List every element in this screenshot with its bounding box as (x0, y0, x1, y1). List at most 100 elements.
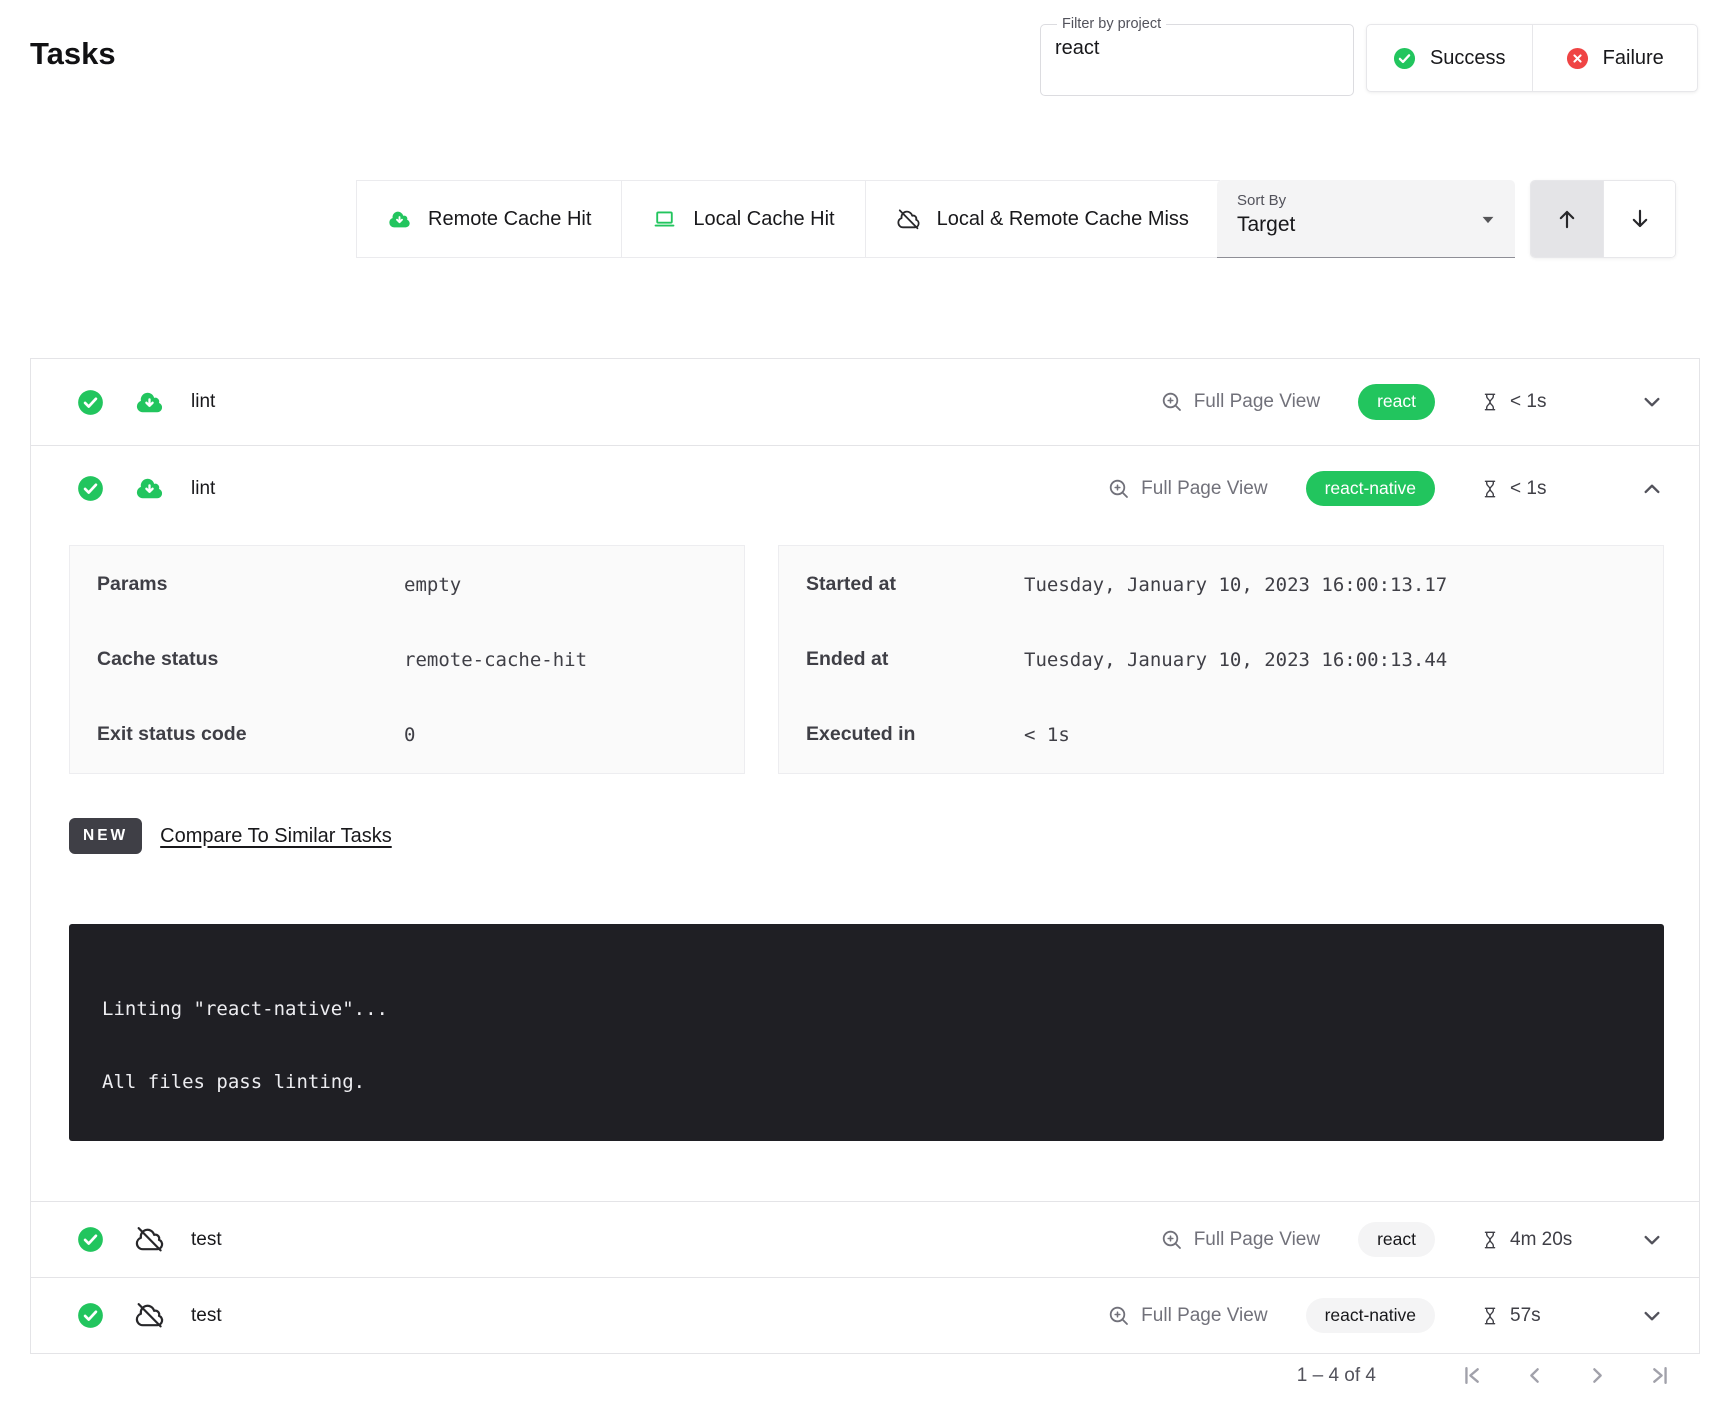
task-duration: 4m 20s (1479, 1229, 1615, 1251)
full-page-view-button[interactable]: Full Page View (1107, 1304, 1267, 1328)
remote-cache-hit-icon (134, 387, 165, 418)
terminal-line: Linting "react-native"... (102, 998, 1664, 1020)
task-duration: < 1s (1479, 478, 1615, 500)
new-badge: NEW (69, 818, 142, 854)
compare-to-similar-tasks-link[interactable]: Compare To Similar Tasks (160, 825, 392, 848)
full-page-view-label: Full Page View (1194, 1229, 1320, 1251)
last-page-button[interactable] (1647, 1362, 1674, 1389)
task-list: lint Full Page View react < 1s lint (30, 358, 1700, 1354)
project-badge: react-native (1306, 471, 1435, 507)
cloud-slash-icon (896, 207, 921, 232)
local-cache-hit-filter-button[interactable]: Local Cache Hit (622, 180, 865, 258)
sort-by-value: Target (1237, 213, 1495, 237)
sort-by-select[interactable]: Sort By Target (1217, 180, 1515, 258)
hourglass-icon (1479, 1305, 1501, 1327)
ended-at-row: Ended at Tuesday, January 10, 2023 16:00… (806, 622, 1663, 697)
compare-row: NEW Compare To Similar Tasks (69, 818, 1664, 854)
cache-status-row: Cache status remote-cache-hit (97, 622, 744, 697)
chevron-up-icon (1639, 476, 1665, 502)
executed-in-value: < 1s (1024, 724, 1070, 746)
success-filter-label: Success (1430, 47, 1506, 70)
status-success-icon (77, 475, 104, 502)
executed-in-label: Executed in (806, 723, 1024, 746)
status-filter-group: Success Failure (1366, 24, 1698, 92)
exit-code-value: 0 (404, 724, 415, 746)
expand-task-button[interactable] (1639, 389, 1665, 415)
cloud-download-icon (387, 207, 412, 232)
task-duration-value: 4m 20s (1510, 1229, 1572, 1251)
next-page-button[interactable] (1584, 1362, 1611, 1389)
task-row[interactable]: lint Full Page View react-native < 1s (31, 445, 1699, 531)
success-filter-button[interactable]: Success (1367, 25, 1532, 91)
laptop-icon (652, 207, 677, 232)
first-page-button[interactable] (1458, 1362, 1485, 1389)
expand-task-button[interactable] (1639, 1303, 1665, 1329)
previous-page-icon (1521, 1362, 1548, 1389)
failure-filter-label: Failure (1603, 47, 1664, 70)
params-value: empty (404, 574, 461, 596)
started-at-label: Started at (806, 573, 1024, 596)
failure-filter-button[interactable]: Failure (1532, 25, 1698, 91)
params-label: Params (97, 573, 404, 596)
full-page-view-button[interactable]: Full Page View (1107, 477, 1267, 501)
sort-ascending-button[interactable] (1531, 181, 1603, 257)
cache-status-value: remote-cache-hit (404, 649, 587, 671)
task-name: test (191, 1229, 222, 1251)
terminal-line: All files pass linting. (102, 1071, 1664, 1093)
started-at-value: Tuesday, January 10, 2023 16:00:13.17 (1024, 574, 1447, 596)
project-badge: react (1358, 1222, 1435, 1258)
task-row-actions: Full Page View react-native < 1s (1107, 471, 1673, 507)
cache-miss-filter-button[interactable]: Local & Remote Cache Miss (866, 180, 1220, 258)
full-page-view-button[interactable]: Full Page View (1160, 390, 1320, 414)
previous-page-button[interactable] (1521, 1362, 1548, 1389)
remote-cache-hit-label: Remote Cache Hit (428, 208, 591, 231)
local-cache-hit-label: Local Cache Hit (693, 208, 834, 231)
full-page-view-button[interactable]: Full Page View (1160, 1228, 1320, 1252)
task-timing-panel: Started at Tuesday, January 10, 2023 16:… (778, 545, 1664, 774)
detail-spacer (69, 1141, 1664, 1201)
sort-by-label: Sort By (1237, 192, 1495, 209)
arrow-down-icon (1627, 206, 1653, 232)
pagination-range: 1 – 4 of 4 (1297, 1365, 1376, 1387)
task-duration: < 1s (1479, 391, 1615, 413)
next-page-icon (1584, 1362, 1611, 1389)
ended-at-value: Tuesday, January 10, 2023 16:00:13.44 (1024, 649, 1447, 671)
hourglass-icon (1479, 1229, 1501, 1251)
sort-descending-button[interactable] (1603, 181, 1675, 257)
expand-task-button[interactable] (1639, 1227, 1665, 1253)
full-page-view-label: Full Page View (1141, 478, 1267, 500)
collapse-task-button[interactable] (1639, 476, 1665, 502)
executed-in-row: Executed in < 1s (806, 697, 1663, 772)
task-params-panel: Params empty Cache status remote-cache-h… (69, 545, 745, 774)
remote-cache-hit-filter-button[interactable]: Remote Cache Hit (356, 180, 622, 258)
task-name: lint (191, 478, 215, 500)
cache-miss-icon (134, 1224, 165, 1255)
status-success-icon (77, 1302, 104, 1329)
cache-miss-label: Local & Remote Cache Miss (937, 208, 1189, 231)
task-detail-panels: Params empty Cache status remote-cache-h… (69, 545, 1664, 774)
task-row-actions: Full Page View react 4m 20s (1160, 1222, 1673, 1258)
tasks-page: Tasks Filter by project Success Failure … (0, 0, 1716, 1418)
task-row[interactable]: lint Full Page View react < 1s (31, 359, 1699, 445)
full-page-view-label: Full Page View (1141, 1305, 1267, 1327)
task-duration-value: < 1s (1510, 478, 1546, 500)
first-page-icon (1458, 1362, 1485, 1389)
exit-code-row: Exit status code 0 (97, 697, 744, 772)
params-row: Params empty (97, 547, 744, 622)
task-duration-value: 57s (1510, 1305, 1541, 1327)
project-filter-input[interactable] (1055, 37, 1339, 60)
cache-status-label: Cache status (97, 648, 404, 671)
caret-down-icon (1475, 206, 1501, 232)
task-row[interactable]: test Full Page View react-native 57s (31, 1277, 1699, 1353)
full-page-view-label: Full Page View (1194, 391, 1320, 413)
project-filter-field[interactable]: Filter by project (1040, 16, 1354, 96)
remote-cache-hit-icon (134, 473, 165, 504)
exit-code-label: Exit status code (97, 723, 404, 746)
task-row[interactable]: test Full Page View react 4m 20s (31, 1201, 1699, 1277)
check-circle-icon (1393, 47, 1416, 70)
cache-filter-group: Remote Cache Hit Local Cache Hit Local &… (356, 180, 1220, 258)
project-filter-label: Filter by project (1057, 16, 1166, 32)
cache-miss-icon (134, 1300, 165, 1331)
sort-direction-group (1530, 180, 1676, 258)
zoom-in-icon (1160, 1228, 1184, 1252)
